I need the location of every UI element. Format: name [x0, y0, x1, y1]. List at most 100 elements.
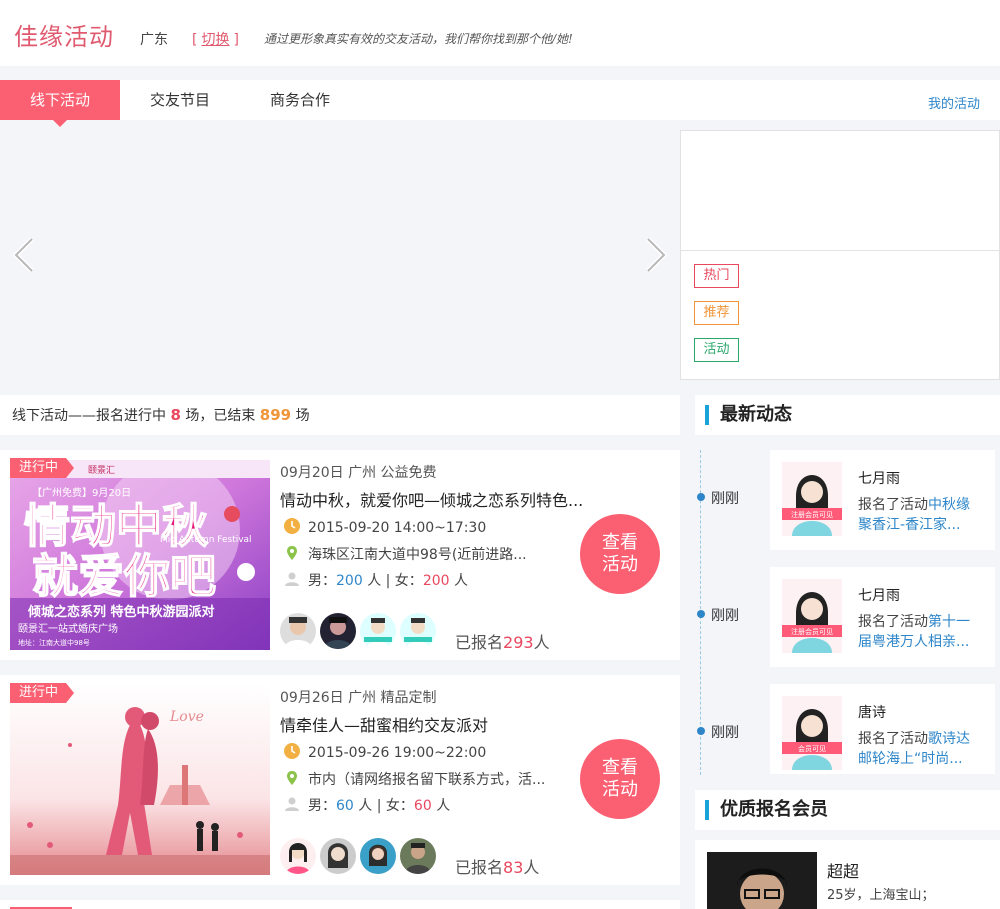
- member-avatar[interactable]: 会员可见: [782, 696, 842, 770]
- avatar[interactable]: [400, 838, 436, 874]
- poster-address: 地址：江南大道中98号: [18, 638, 90, 647]
- male-label: 男：: [308, 573, 336, 589]
- event-poster[interactable]: Love: [10, 685, 270, 875]
- female-quota: 200: [422, 573, 450, 589]
- city-switch-link[interactable]: 切换: [201, 32, 229, 48]
- avatar[interactable]: [320, 838, 356, 874]
- stats-mid: 场，已结束: [185, 408, 256, 424]
- event-poster-image: Love: [10, 685, 270, 875]
- avatar[interactable]: [280, 613, 316, 649]
- event-date-meta: 09月26日 广州 精品定制: [280, 690, 437, 706]
- member-name[interactable]: 七月雨: [858, 468, 900, 488]
- site-logo[interactable]: 佳缘活动: [14, 17, 114, 52]
- event-poster[interactable]: 颐景汇 【广州免费】9月20日 情动中秋 Mid Autumn Festival…: [10, 460, 270, 650]
- signup-suffix: 人: [523, 858, 540, 877]
- poster-script: Love: [169, 709, 204, 725]
- feed-card: 注册会员可见 七月雨 报名了活动中秋缘聚香江-香江家...: [770, 450, 995, 550]
- quota-unit: 人: [454, 573, 468, 589]
- avatar[interactable]: [400, 613, 436, 649]
- my-activities-link[interactable]: 我的活动: [928, 93, 980, 112]
- event-card: 进行中 Love 09月26日 广州 精品定制 情牵佳人—甜蜜相约交友派对 20…: [0, 675, 680, 885]
- member-avatar[interactable]: 注册会员可见: [782, 462, 842, 536]
- view-activity-button[interactable]: 查看 活动: [580, 739, 660, 819]
- person-icon: [284, 796, 300, 816]
- event-location-row: 市内（请网络报名留下联系方式，活...: [284, 769, 545, 790]
- event-time: 2015-09-20 14:00~17:30: [308, 520, 487, 536]
- event-poster-image: 颐景汇 【广州免费】9月20日 情动中秋 Mid Autumn Festival…: [10, 460, 270, 650]
- tag-activity[interactable]: 活动: [694, 338, 739, 362]
- feed-action: 报名了活动: [858, 731, 928, 747]
- view-button-line2: 活动: [602, 554, 638, 575]
- timeline-dot: [697, 610, 705, 618]
- member-name[interactable]: 七月雨: [858, 585, 900, 605]
- event-title[interactable]: 情动中秋，就爱你吧—倾城之恋系列特色...: [280, 487, 583, 511]
- location-pin-icon: [284, 545, 300, 565]
- male-quota: 60: [336, 798, 354, 814]
- poster-brand: 颐景汇: [88, 465, 115, 476]
- city-switch[interactable]: [切换]: [192, 29, 239, 49]
- feed-item: 刚刚 注册会员可见 七月雨 报名了活动第十一届粤港万人相亲...: [695, 567, 1000, 667]
- timeline-dot: [697, 493, 705, 501]
- avatar-caption: 注册会员可见: [791, 510, 833, 519]
- event-date-meta: 09月20日 广州 公益免费: [280, 465, 437, 481]
- person-icon: [284, 571, 300, 591]
- view-button-line1: 查看: [602, 532, 638, 553]
- male-quota: 200: [336, 573, 363, 589]
- main-nav: 线下活动 交友节目 商务合作 我的活动: [0, 80, 1000, 127]
- tab-offline-activities[interactable]: 线下活动: [0, 80, 120, 127]
- header: 佳缘活动 广东 [切换] 通过更形象真实有效的交友活动，我们帮你找到那个他/她!: [0, 0, 1000, 66]
- member-name[interactable]: 超超: [827, 858, 859, 882]
- feed-card: 注册会员可见 七月雨 报名了活动第十一届粤港万人相亲...: [770, 567, 995, 667]
- feed-text: 报名了活动第十一届粤港万人相亲...: [858, 612, 978, 652]
- female-label: 人 | 女：: [367, 573, 423, 589]
- member-name[interactable]: 唐诗: [858, 702, 886, 722]
- clock-icon: [284, 743, 300, 763]
- event-quota-row: 男：60 人 | 女：60 人: [284, 795, 450, 816]
- location-pin-icon: [284, 770, 300, 790]
- activity-stats: 线下活动——报名进行中 8 场，已结束 899 场: [0, 395, 680, 435]
- feed-card: 会员可见 唐诗 报名了活动歌诗达邮轮海上“时尚...: [770, 684, 995, 774]
- avatar[interactable]: [320, 613, 356, 649]
- member-avatar[interactable]: 注册会员可见: [782, 579, 842, 653]
- signup-number: 293: [503, 633, 534, 652]
- signup-prefix: 已报名: [455, 858, 504, 877]
- carousel-prev-button[interactable]: [10, 235, 40, 275]
- view-button-line2: 活动: [602, 779, 638, 800]
- category-box-ad: [681, 131, 999, 251]
- poster-festival: Mid Autumn Festival: [160, 535, 252, 545]
- event-title[interactable]: 情牵佳人—甜蜜相约交友派对: [280, 712, 488, 736]
- avatar[interactable]: [360, 838, 396, 874]
- avatar[interactable]: [360, 613, 396, 649]
- view-activity-button[interactable]: 查看 活动: [580, 514, 660, 594]
- feed-text: 报名了活动中秋缘聚香江-香江家...: [858, 495, 978, 535]
- event-location: 市内（请网络报名留下联系方式，活...: [308, 772, 546, 788]
- chevron-right-icon: [646, 237, 668, 273]
- feed-title: 最新动态: [695, 395, 1000, 435]
- members-title: 优质报名会员: [695, 790, 1000, 830]
- poster-top-label: 【广州免费】9月20日: [32, 486, 131, 499]
- signup-prefix: 已报名: [455, 633, 504, 652]
- avatar[interactable]: [280, 838, 316, 874]
- tab-dating-shows[interactable]: 交友节目: [120, 80, 240, 120]
- event-card: [0, 900, 680, 909]
- signup-count: 已报名83人: [455, 854, 539, 878]
- feed-item: 刚刚 会员可见 唐诗 报名了活动歌诗达邮轮海上“时尚...: [695, 684, 1000, 774]
- member-card: 超超 25岁，上海宝山；: [695, 840, 1000, 909]
- carousel-next-button[interactable]: [640, 235, 670, 275]
- poster-venue: 颐景汇一站式婚庆广场: [18, 622, 118, 635]
- avatar-caption: 注册会员可见: [791, 627, 833, 636]
- feed-action: 报名了活动: [858, 614, 928, 630]
- member-photo[interactable]: [707, 852, 817, 909]
- tab-business[interactable]: 商务合作: [240, 80, 360, 120]
- timeline-dot: [697, 727, 705, 735]
- status-badge: 进行中: [10, 683, 75, 703]
- tag-hot[interactable]: 热门: [694, 264, 739, 288]
- ended-count: 899: [259, 406, 292, 424]
- event-time-row: 2015-09-26 19:00~22:00: [284, 743, 486, 763]
- stats-prefix: 线下活动——报名进行中: [12, 408, 166, 424]
- male-label: 男：: [308, 798, 336, 814]
- tag-recommended[interactable]: 推荐: [694, 301, 739, 325]
- female-quota: 60: [413, 798, 432, 814]
- signup-suffix: 人: [533, 633, 550, 652]
- signup-count: 已报名293人: [455, 629, 550, 653]
